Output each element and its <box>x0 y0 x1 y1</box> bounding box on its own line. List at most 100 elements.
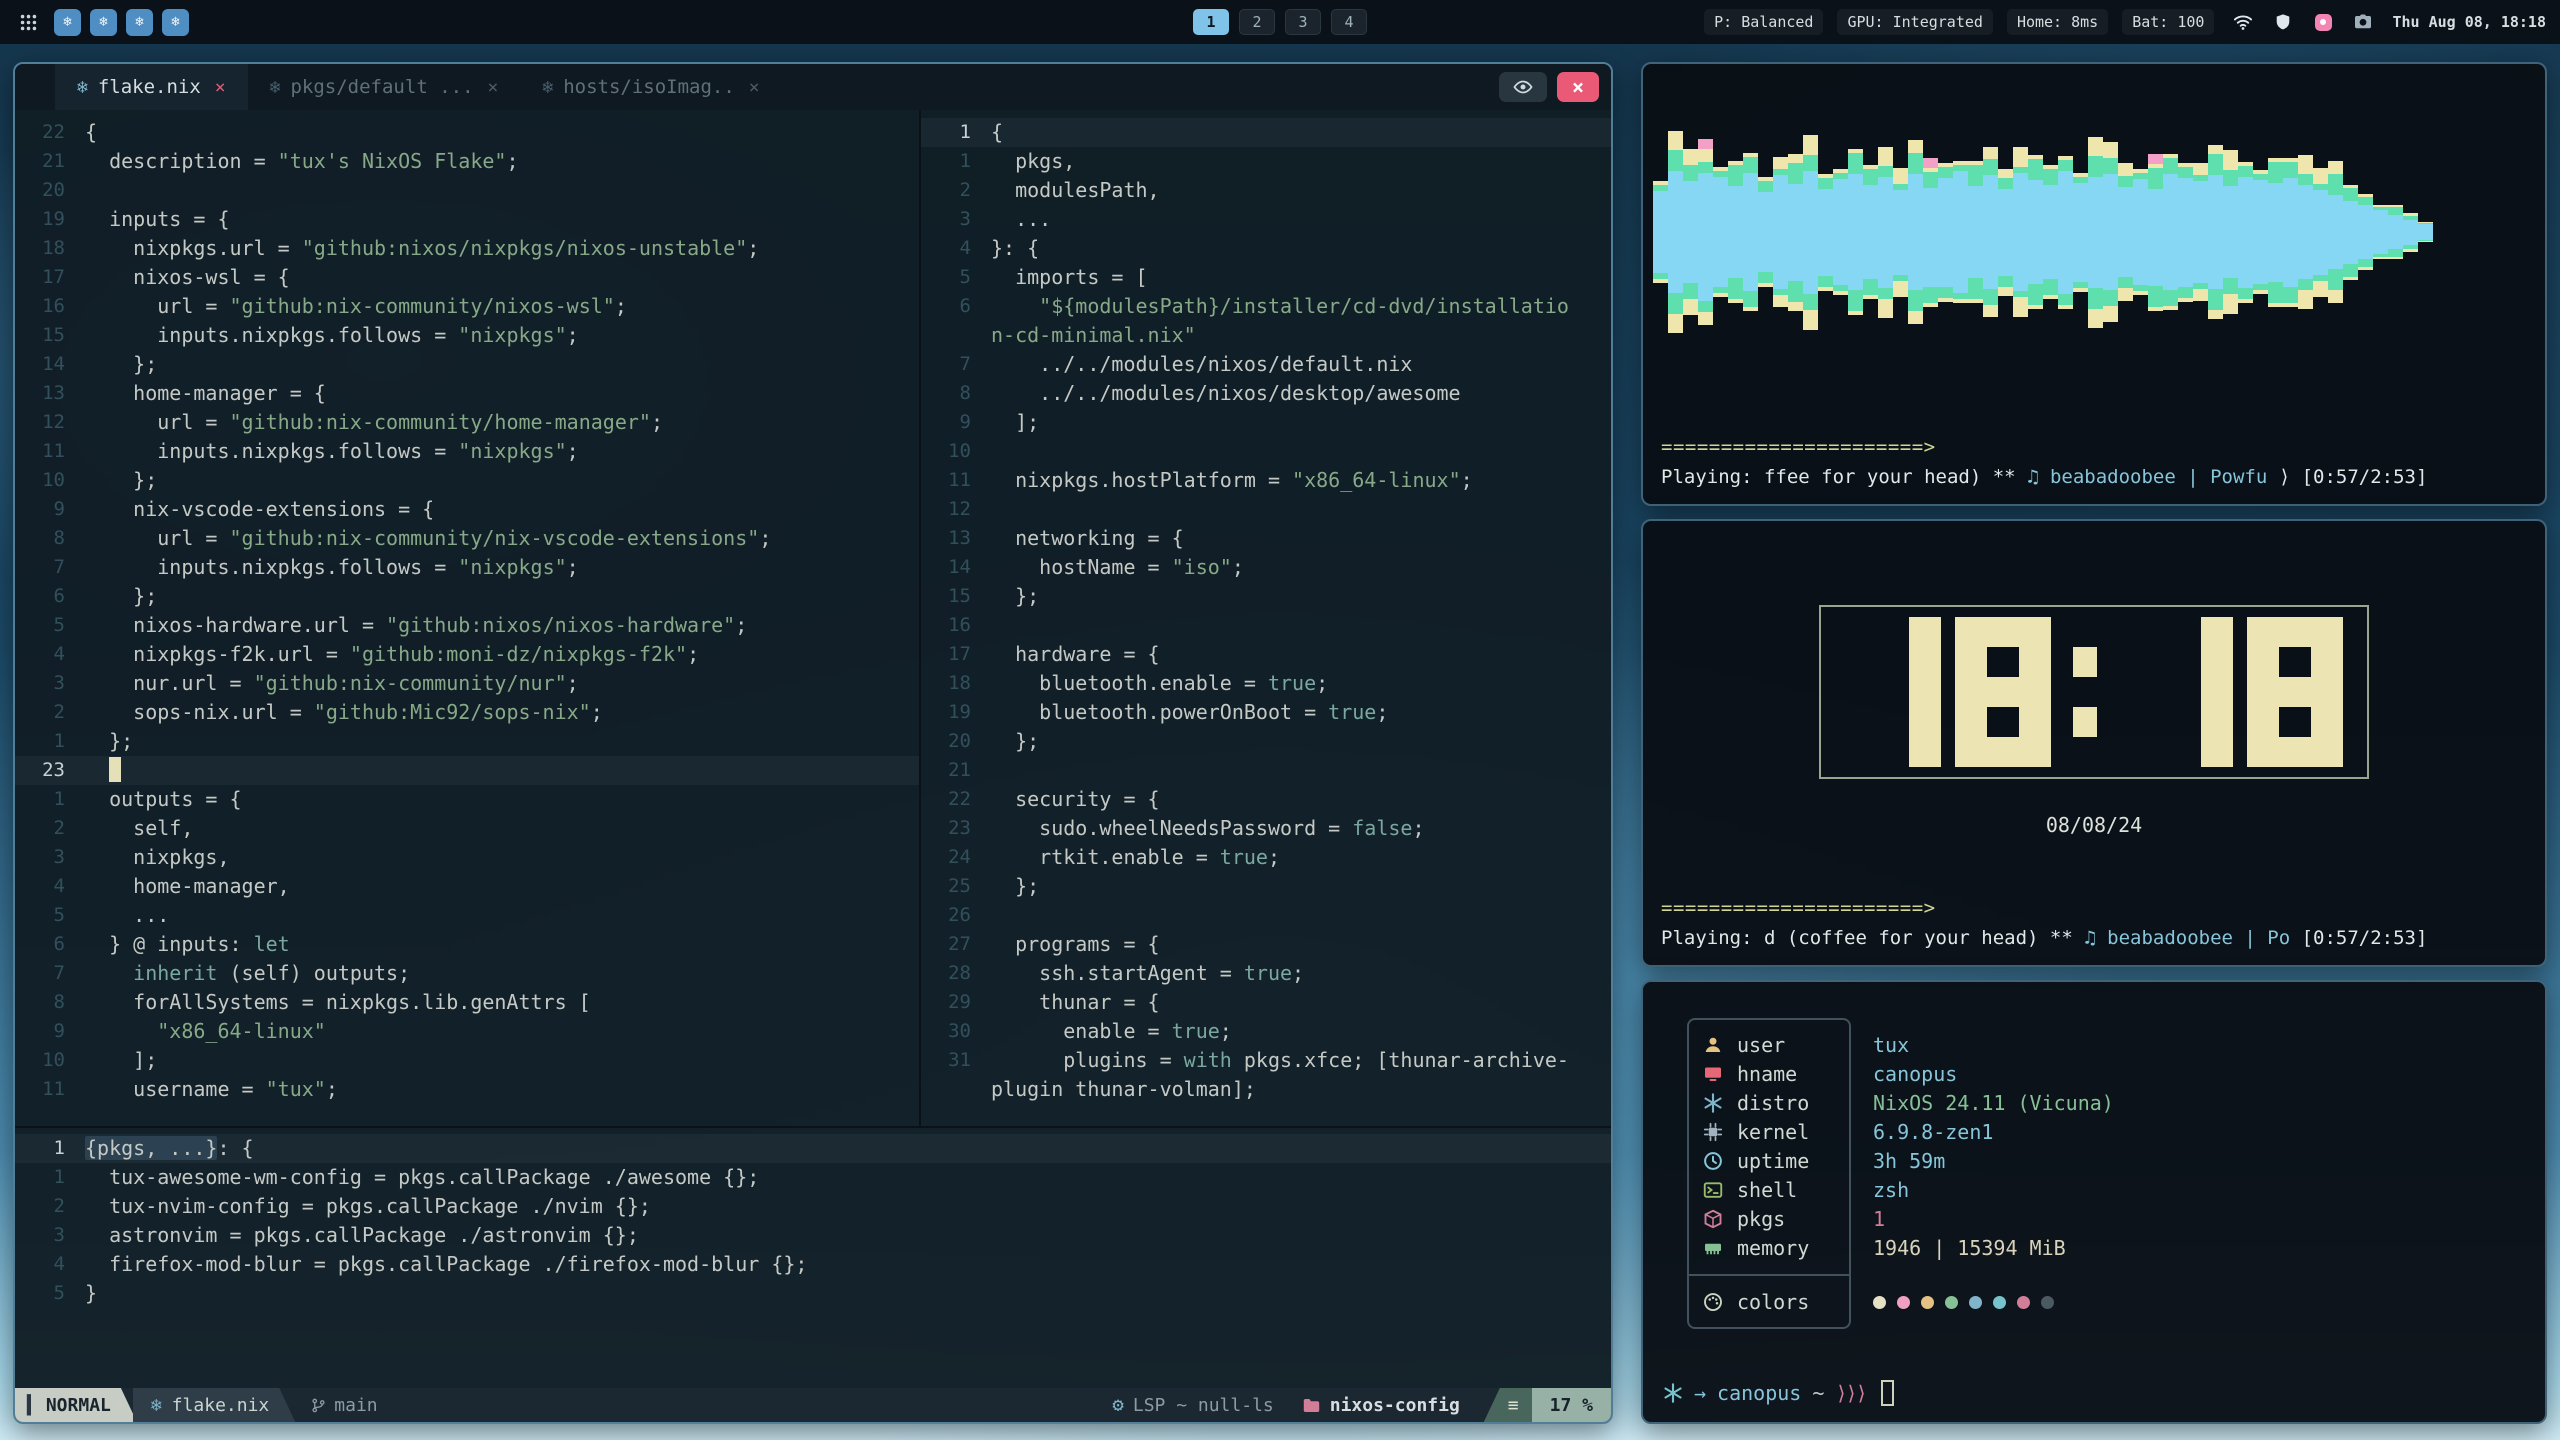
code-line: 2 tux-nvim-config = pkgs.callPackage ./n… <box>15 1192 1611 1221</box>
code-text: inputs.nixpkgs.follows = "nixpkgs"; <box>79 437 579 466</box>
code-text: } @ inputs: let <box>79 930 290 959</box>
datetime[interactable]: Thu Aug 08, 18:18 <box>2392 13 2546 31</box>
wifi-icon[interactable] <box>2232 11 2254 33</box>
code-text: modulesPath, <box>985 176 1160 205</box>
code-text: ... <box>985 205 1051 234</box>
palette-dot <box>1969 1296 1982 1309</box>
tab-label: pkgs/default ... <box>290 76 473 98</box>
fetch-label: user <box>1737 1033 1785 1057</box>
viz-bar <box>2223 150 2238 314</box>
code-line: 24 rtkit.enable = true; <box>921 843 1611 872</box>
code-line: 4 firefox-mod-blur = pkgs.callPackage ./… <box>15 1250 1611 1279</box>
viz-bar <box>2418 222 2433 242</box>
code-line: 5 imports = [ <box>921 263 1611 292</box>
workspace-tag[interactable]: ❄ <box>162 9 189 36</box>
editor-pane-flake[interactable]: 22{21 description = "tux's NixOS Flake";… <box>15 110 919 1126</box>
tag-icon: ❄ <box>135 14 143 30</box>
code-line: 2 modulesPath, <box>921 176 1611 205</box>
code-text: }; <box>985 872 1039 901</box>
fetch-label: colors <box>1737 1290 1809 1314</box>
line-number: 4 <box>15 640 79 669</box>
code-line: 8 forAllSystems = nixpkgs.lib.genAttrs [ <box>15 988 919 1017</box>
fetch-label-pkgs: pkgs <box>1689 1204 1849 1233</box>
code-text: outputs = { <box>79 785 242 814</box>
viz-bar <box>2178 163 2193 302</box>
clock-digit <box>2247 617 2343 767</box>
line-number: 5 <box>921 263 985 292</box>
tab-close-icon[interactable]: × <box>749 77 760 98</box>
editor-tab-flake-nix[interactable]: ❄flake.nix× <box>55 64 248 110</box>
code-text: }; <box>79 582 157 611</box>
code-text: tux-nvim-config = pkgs.callPackage ./nvi… <box>79 1192 651 1221</box>
fetch-value-pkgs: 1 <box>1873 1204 2114 1233</box>
line-number: 12 <box>15 408 79 437</box>
neovim-window: ❄flake.nix×❄pkgs/default ...×❄hosts/isoI… <box>13 62 1613 1424</box>
viz-bar <box>1773 157 1788 307</box>
line-number: 15 <box>15 321 79 350</box>
editor-tabs: ❄flake.nix×❄pkgs/default ...×❄hosts/isoI… <box>55 64 782 110</box>
code-text: inputs.nixpkgs.follows = "nixpkgs"; <box>79 553 579 582</box>
code-line: 27 programs = { <box>921 930 1611 959</box>
viz-bar <box>2133 169 2148 295</box>
code-text: home-manager, <box>79 872 290 901</box>
code-text: url = "github:nix-community/nix-vscode-e… <box>79 524 771 553</box>
line-number: 8 <box>15 988 79 1017</box>
close-icon: × <box>1572 75 1584 99</box>
topbar-tab-3[interactable]: 3 <box>1285 9 1321 35</box>
code-line: 16 <box>921 611 1611 640</box>
editor-tab-hosts-isoImag-[interactable]: ❄hosts/isoImag..× <box>520 64 781 110</box>
code-text <box>79 176 85 205</box>
fetch-value-distro: NixOS 24.11 (Vicuna) <box>1873 1088 2114 1117</box>
editor-pane-iso[interactable]: 1{1 pkgs,2 modulesPath,3 ...4}: {5 impor… <box>921 110 1611 1126</box>
fetch-label-uptime: uptime <box>1689 1146 1849 1175</box>
topbar-tab-4[interactable]: 4 <box>1331 9 1367 35</box>
tab-close-icon[interactable]: × <box>488 77 499 98</box>
tag-icon: ❄ <box>99 14 107 30</box>
camera-icon[interactable] <box>2352 11 2374 33</box>
editor-tab-pkgs-default-[interactable]: ❄pkgs/default ...× <box>248 64 521 110</box>
recorder-icon[interactable] <box>2312 11 2334 33</box>
code-line: 18 bluetooth.enable = true; <box>921 669 1611 698</box>
workspace-tag[interactable]: ❄ <box>54 9 81 36</box>
line-number: 24 <box>921 843 985 872</box>
code-text: enable = true; <box>985 1017 1232 1046</box>
line-number: 16 <box>921 611 985 640</box>
viz-bar <box>1818 174 1833 291</box>
terminal-prompt[interactable]: → canopus ~ ⟩⟩⟩ <box>1663 1380 1894 1406</box>
topbar-tab-2[interactable]: 2 <box>1239 9 1275 35</box>
code-text: hardware = { <box>985 640 1160 669</box>
clock-time <box>1845 617 2343 767</box>
topbar-tab-1[interactable]: 1 <box>1193 9 1229 35</box>
line-number: 9 <box>921 408 985 437</box>
palette-dot <box>2041 1296 2054 1309</box>
viz-bar <box>1713 167 1728 297</box>
fetch-label-kernel: kernel <box>1689 1117 1849 1146</box>
kernel-icon <box>1703 1122 1725 1142</box>
code-text: inherit (self) outputs; <box>79 959 410 988</box>
distro-icon <box>1703 1093 1725 1113</box>
viz-bar <box>1698 139 1713 325</box>
viz-bar <box>2253 170 2268 294</box>
tab-close-icon[interactable]: × <box>215 77 226 98</box>
workspace-tag[interactable]: ❄ <box>126 9 153 36</box>
workspace-tag[interactable]: ❄ <box>90 9 117 36</box>
editor-pane-pkgs[interactable]: 1{pkgs, ...}: {1 tux-awesome-wm-config =… <box>15 1128 1611 1388</box>
close-button[interactable]: × <box>1557 72 1599 102</box>
lsp-label: LSP ~ null-ls <box>1133 1395 1274 1416</box>
code-text: description = "tux's NixOS Flake"; <box>79 147 518 176</box>
topbar-tabs: 1234 <box>1193 0 1367 44</box>
viz-bar <box>2028 155 2043 309</box>
app-launcher-icon[interactable] <box>14 8 42 36</box>
lsp-status: ⚙ LSP ~ null-ls <box>1112 1394 1273 1416</box>
code-text: url = "github:nix-community/home-manager… <box>79 408 663 437</box>
status-items: P: BalancedGPU: IntegratedHome: 8msBat: … <box>1704 9 2214 35</box>
fetch-value-kernel: 6.9.8-zen1 <box>1873 1117 2114 1146</box>
code-line: 7 ../../modules/nixos/default.nix <box>921 350 1611 379</box>
viz-bar <box>2193 163 2208 301</box>
branch-label: main <box>334 1395 377 1416</box>
palette-dot <box>1945 1296 1958 1309</box>
viz-bar <box>1803 135 1818 330</box>
viz-bar <box>1938 163 1953 302</box>
toggle-button[interactable] <box>1499 72 1547 102</box>
shield-icon[interactable] <box>2272 11 2294 33</box>
